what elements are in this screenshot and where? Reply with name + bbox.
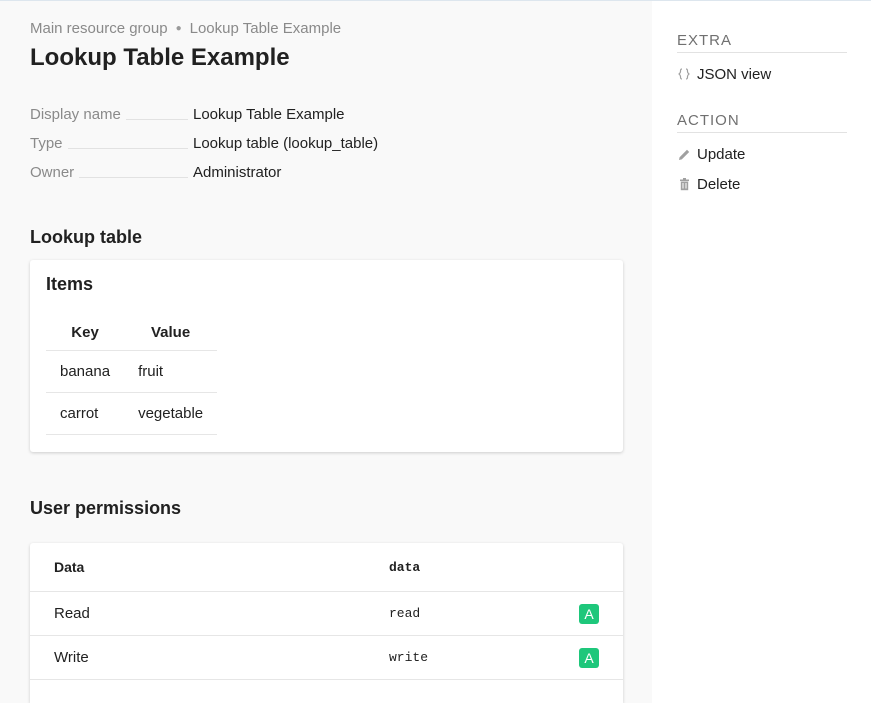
properties-list: Display name Lookup Table Example Type L… [30, 94, 623, 181]
json-view-link[interactable]: JSON view [677, 63, 847, 85]
property-label: Owner [30, 164, 75, 181]
permission-code: write [389, 650, 429, 665]
property-value: Lookup Table Example [193, 106, 345, 123]
property-label: Type [30, 135, 63, 152]
item-key: carrot [46, 392, 125, 435]
breadcrumb: Main resource group ● Lookup Table Examp… [30, 18, 623, 38]
update-label: Update [697, 145, 746, 163]
permission-badge: A [579, 647, 599, 668]
leader-line [79, 177, 188, 178]
page-title: Lookup Table Example [30, 44, 290, 71]
bullet-icon: ● [175, 22, 182, 34]
items-table: Key Value banana fruit carrot vegetable [46, 315, 218, 435]
column-header-value: Value [124, 315, 218, 351]
property-owner: Owner Administrator [30, 152, 623, 181]
permission-header-name: Data [54, 559, 85, 575]
column-header-key: Key [46, 315, 125, 351]
leader-line [125, 119, 188, 120]
lookup-table-heading: Lookup table [30, 227, 142, 247]
leader-line [67, 148, 188, 149]
property-value: Administrator [193, 164, 282, 181]
permission-header-code: data [389, 559, 421, 575]
delete-label: Delete [697, 175, 741, 193]
table-header-row: Key Value [46, 315, 218, 351]
permission-name: Write [54, 649, 89, 666]
braces-icon [677, 67, 691, 81]
permissions-header-row: Data data [30, 543, 623, 592]
sidebar: EXTRA JSON view ACTION Update Delete [652, 1, 871, 703]
json-view-label: JSON view [697, 65, 772, 83]
main-content: Main resource group ● Lookup Table Examp… [0, 1, 652, 703]
item-value: fruit [124, 350, 218, 393]
property-value: Lookup table (lookup_table) [193, 135, 379, 152]
user-permissions-heading: User permissions [30, 498, 182, 518]
permission-badge: A [579, 603, 599, 624]
table-row: banana fruit [46, 350, 218, 393]
delete-button[interactable]: Delete [677, 173, 847, 195]
permission-row-partial [30, 680, 623, 703]
breadcrumb-group-link[interactable]: Main resource group [30, 20, 168, 37]
breadcrumb-current: Lookup Table Example [189, 19, 342, 37]
update-button[interactable]: Update [677, 143, 847, 165]
item-value: vegetable [124, 392, 218, 435]
property-display-name: Display name Lookup Table Example [30, 94, 623, 123]
table-row: carrot vegetable [46, 392, 218, 435]
permissions-card: Data data Read read A Write write A [30, 543, 623, 703]
property-type: Type Lookup table (lookup_table) [30, 123, 623, 152]
permission-code: read [389, 606, 421, 621]
pencil-icon [677, 147, 691, 161]
items-card-title: Items [46, 274, 94, 294]
extra-heading: EXTRA [677, 28, 847, 53]
permission-name: Read [54, 605, 90, 622]
permission-row-read: Read read A [30, 592, 623, 636]
property-label: Display name [30, 106, 121, 123]
items-card: Items Key Value banana fruit carrot vege… [30, 260, 623, 452]
permission-row-write: Write write A [30, 636, 623, 680]
action-heading: ACTION [677, 108, 847, 133]
item-key: banana [46, 350, 125, 393]
trash-icon [677, 177, 691, 191]
